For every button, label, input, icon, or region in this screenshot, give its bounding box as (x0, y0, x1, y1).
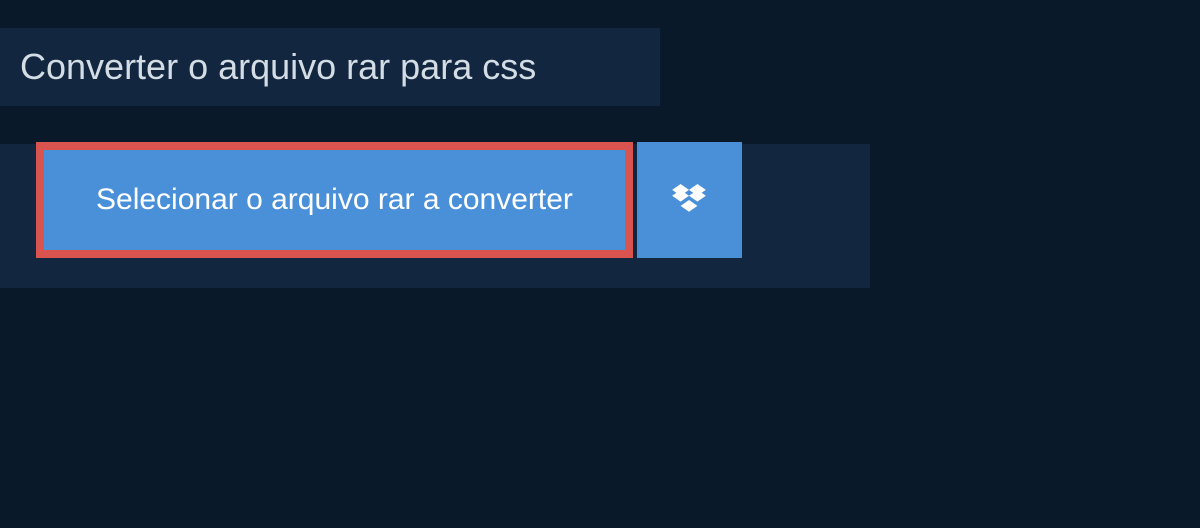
dropbox-icon (672, 184, 706, 216)
page-title: Converter o arquivo rar para css (20, 46, 640, 88)
button-wrapper: Selecionar o arquivo rar a converter (36, 142, 742, 258)
content-area: Selecionar o arquivo rar a converter (0, 144, 870, 288)
select-file-button-highlight: Selecionar o arquivo rar a converter (36, 142, 633, 258)
select-file-button[interactable]: Selecionar o arquivo rar a converter (44, 150, 625, 250)
button-row: Selecionar o arquivo rar a converter (36, 144, 868, 288)
header-panel: Converter o arquivo rar para css (0, 28, 660, 106)
dropbox-button[interactable] (637, 142, 742, 258)
